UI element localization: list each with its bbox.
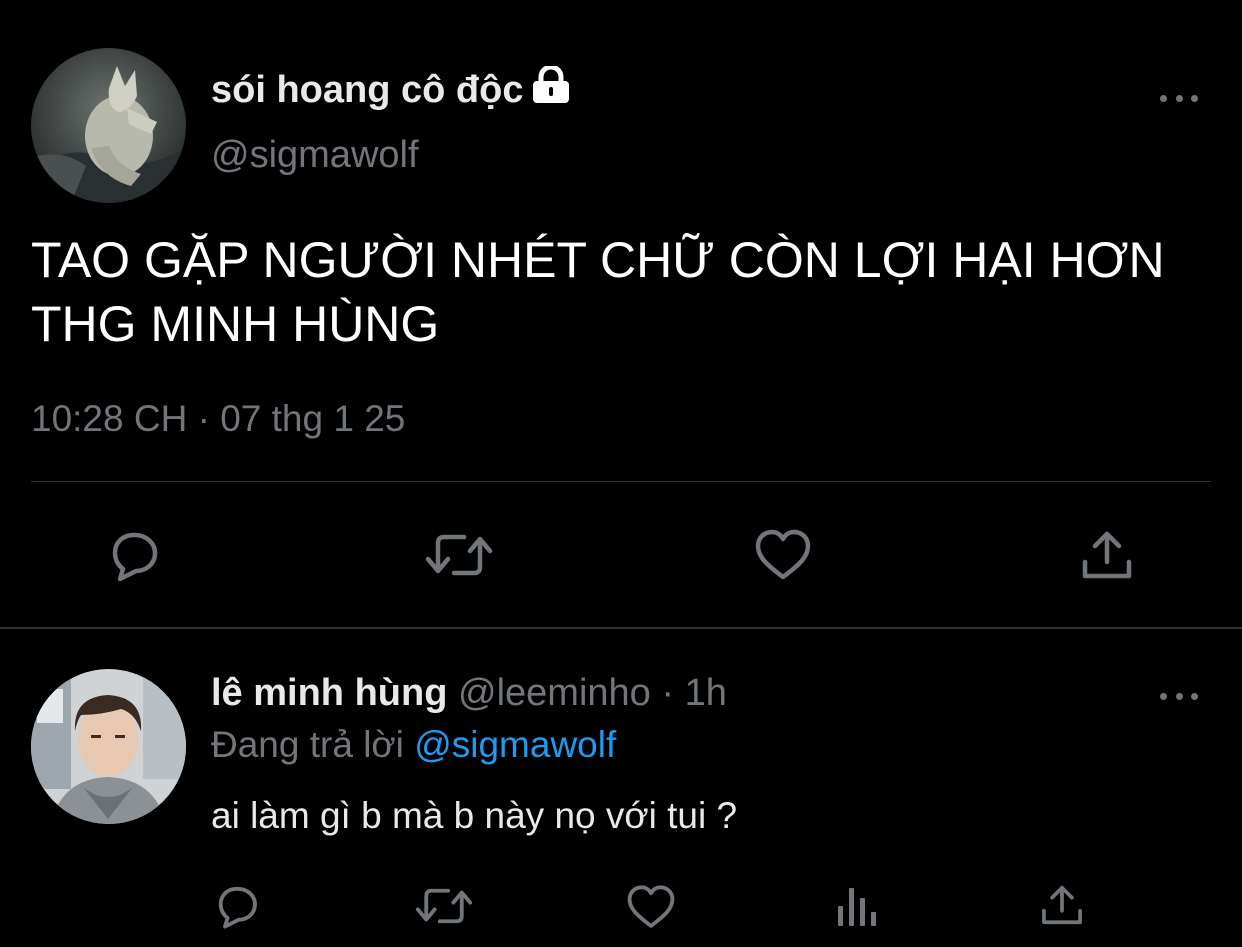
- tweet-time[interactable]: 1h: [685, 672, 727, 714]
- user-handle[interactable]: @sigmawolf: [211, 134, 419, 177]
- reply-icon[interactable]: [105, 527, 163, 583]
- retweet-icon[interactable]: [424, 529, 494, 581]
- display-name[interactable]: lê minh hùng: [211, 672, 447, 714]
- user-handle[interactable]: @leeminho: [458, 672, 651, 714]
- main-avatar[interactable]: [31, 48, 186, 203]
- replying-to-context: Đang trả lời @sigmawolf: [211, 724, 616, 766]
- reply-avatar[interactable]: [31, 669, 186, 824]
- more-horizontal-icon[interactable]: [1160, 691, 1198, 701]
- replying-to-label: Đang trả lời: [211, 724, 404, 765]
- werewolf-avatar-icon: [31, 48, 186, 203]
- separator-dot: ·: [661, 672, 675, 714]
- user-photo-avatar-icon: [31, 669, 186, 824]
- tweet-text: ai làm gì b mà b này nọ với tui ?: [211, 795, 738, 836]
- share-icon[interactable]: [1079, 528, 1135, 582]
- share-icon[interactable]: [1039, 882, 1085, 928]
- divider: [0, 627, 1242, 629]
- analytics-icon[interactable]: [836, 884, 878, 928]
- reply-icon[interactable]: [212, 882, 262, 930]
- like-icon[interactable]: [625, 883, 677, 931]
- lock-icon: [529, 64, 573, 114]
- like-icon[interactable]: [753, 527, 813, 583]
- divider: [31, 481, 1211, 482]
- reply-header: lê minh hùng @leeminho · 1h: [211, 672, 727, 715]
- display-name[interactable]: sói hoang cô độc: [211, 69, 523, 112]
- replying-to-mention-link[interactable]: @sigmawolf: [414, 724, 616, 765]
- tweet-text: TAO GẶP NGƯỜI NHÉT CHỮ CÒN LỢI HẠI HƠN T…: [31, 232, 1165, 352]
- tweet-timestamp[interactable]: 10:28 CH · 07 thg 1 25: [31, 398, 405, 440]
- retweet-icon[interactable]: [414, 884, 474, 928]
- main-display-name-row[interactable]: sói hoang cô độc: [211, 64, 573, 114]
- more-horizontal-icon[interactable]: [1160, 93, 1198, 103]
